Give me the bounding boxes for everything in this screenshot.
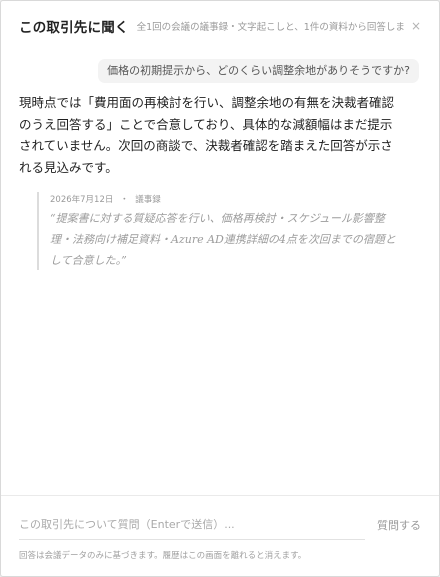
ask-account-panel: この取引先に聞く 全1回の会議の議事録・文字起こしと、1件の資料から回答します … [0, 0, 440, 577]
user-question-bubble: 価格の初期提示から、どのくらい調整余地がありそうですか? [98, 59, 419, 83]
composer-divider [1, 495, 439, 496]
citation-source: 議事録 [135, 195, 161, 205]
question-input[interactable] [19, 510, 365, 540]
close-icon[interactable]: × [411, 20, 421, 32]
composer: 質問する [19, 510, 421, 540]
citation-date: 2026年7月12日 [50, 195, 114, 205]
panel-subtitle: 全1回の会議の議事録・文字起こしと、1件の資料から回答します [136, 22, 405, 33]
footer-note: 回答は会議データのみに基づきます。履歴はこの画面を離れると消えます。 [19, 551, 307, 561]
panel-header: この取引先に聞く 全1回の会議の議事録・文字起こしと、1件の資料から回答します … [1, 1, 439, 51]
send-button[interactable]: 質問する [377, 517, 421, 533]
citation-block: 2026年7月12日 ・ 議事録 “提案書に対する質疑応答を行い、価格再検討・ス… [37, 192, 397, 270]
panel-title: この取引先に聞く [19, 20, 129, 36]
citation-separator: ・ [120, 195, 129, 205]
assistant-answer: 現時点では「費用面の再検討を行い、調整余地の有無を決裁者確認のうえ回答する」こと… [19, 95, 395, 175]
citation-quote: “提案書に対する質疑応答を行い、価格再検討・スケジュール影響整理・法務向け補足資… [50, 212, 396, 267]
citation-meta: 2026年7月12日 ・ 議事録 [50, 194, 397, 206]
